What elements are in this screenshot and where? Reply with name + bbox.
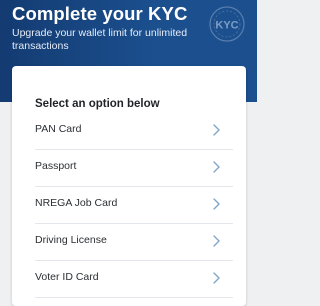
- option-label: PAN Card: [35, 123, 82, 135]
- chevron-right-icon: [213, 235, 220, 247]
- option-nrega-job-card[interactable]: NREGA Job Card: [35, 186, 233, 224]
- chevron-right-icon: [213, 198, 220, 210]
- page-title: Complete your KYC: [12, 3, 188, 24]
- option-label: Voter ID Card: [35, 271, 99, 283]
- card-heading: Select an option below: [35, 98, 160, 110]
- kyc-logo-icon: KYC: [209, 6, 245, 42]
- kyc-options-card: Select an option below PAN Card Passport…: [12, 66, 246, 306]
- option-passport[interactable]: Passport: [35, 149, 233, 187]
- option-pan-card[interactable]: PAN Card: [35, 112, 233, 150]
- option-voter-id-card[interactable]: Voter ID Card: [35, 260, 233, 298]
- page-subtitle: Upgrade your wallet limit for unlimited …: [12, 27, 188, 52]
- chevron-right-icon: [213, 124, 220, 136]
- chevron-right-icon: [213, 161, 220, 173]
- chevron-right-icon: [213, 272, 220, 284]
- option-driving-license[interactable]: Driving License: [35, 223, 233, 261]
- option-label: Passport: [35, 160, 77, 172]
- kyc-logo-text: KYC: [215, 20, 238, 32]
- option-label: NREGA Job Card: [35, 197, 118, 209]
- option-label: Driving License: [35, 234, 107, 246]
